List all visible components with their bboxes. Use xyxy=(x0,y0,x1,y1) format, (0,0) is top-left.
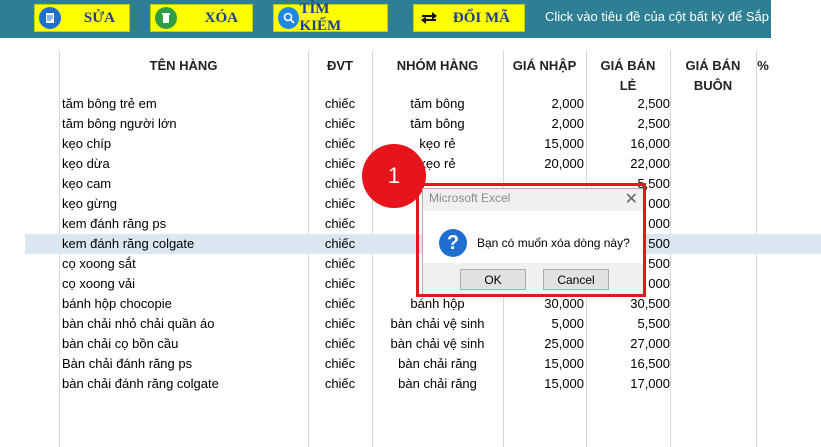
cell-price-in: 25,000 xyxy=(544,336,584,351)
table-row[interactable]: tăm bông trẻ em chiếc tăm bông 2,000 2,500 xyxy=(25,94,821,114)
table-row[interactable]: bàn chải đánh răng colgate chiếc bàn chải … xyxy=(25,374,821,394)
cell-price-out: 2,500 xyxy=(637,116,670,131)
header-retail-line2: LẺ xyxy=(619,78,637,93)
cell-name: bàn chải cọ bồn cầu xyxy=(62,336,179,351)
search-icon xyxy=(278,7,300,29)
cell-name: kẹo cam xyxy=(62,176,112,191)
cell-unit: chiếc xyxy=(324,196,356,211)
trash-icon xyxy=(155,7,177,29)
table-row[interactable]: Bàn chải đánh răng ps chiếc bàn chải răng 1… xyxy=(25,354,821,374)
cell-name: kẹo dừa xyxy=(62,156,110,171)
header-price-in[interactable]: GIÁ NHẬP xyxy=(503,56,586,76)
cell-price-out: 2,500 xyxy=(637,96,670,111)
header-retail-price[interactable]: GIÁ BÁN LẺ xyxy=(586,56,670,96)
cell-unit: chiếc xyxy=(324,256,356,271)
cell-name: kẹo chíp xyxy=(62,136,112,151)
cell-group: bàn chải vệ sinh xyxy=(390,316,485,331)
header-unit[interactable]: ĐVT xyxy=(308,56,372,76)
cell-price-in: 15,000 xyxy=(544,136,584,151)
cell-group: bàn chải vệ sinh xyxy=(390,336,485,351)
cell-price-out: 5,500 xyxy=(637,316,670,331)
cell-group: tăm bông xyxy=(410,116,465,131)
header-wholesale-line2: BUÔN xyxy=(693,78,733,93)
cell-name: tăm bông người lớn xyxy=(62,116,177,131)
delete-button-label: XÓA xyxy=(204,9,238,26)
table-row[interactable]: bàn chải cọ bồn cầu chiếc bàn chải vệ sinh… xyxy=(25,334,821,354)
edit-button-label: SỬA xyxy=(83,9,115,26)
cell-name: cọ xoong vải xyxy=(62,276,135,291)
cell-group: tăm bông xyxy=(410,96,465,111)
cell-price-out: 30,500 xyxy=(630,296,670,311)
cell-name: kem đánh răng colgate xyxy=(62,236,195,251)
header-group[interactable]: NHÓM HÀNG xyxy=(372,56,503,76)
cell-unit: chiếc xyxy=(324,96,356,111)
cell-price-in: 30,000 xyxy=(544,296,584,311)
search-button[interactable]: TÌM KIẾM xyxy=(273,1,388,34)
cell-unit: chiếc xyxy=(324,136,356,151)
cell-price-out: 17,000 xyxy=(630,376,670,391)
cell-unit: chiếc xyxy=(324,296,356,311)
cell-unit: chiếc xyxy=(324,376,356,391)
cell-price-in: 20,000 xyxy=(544,156,584,171)
cell-name: tăm bông trẻ em xyxy=(62,96,157,111)
dialog-highlight-frame xyxy=(416,183,646,297)
cell-group: bánh hộp xyxy=(410,296,465,311)
swap-code-button-label: ĐỔI MÃ xyxy=(452,9,510,26)
cell-name: bàn chải nhỏ chải quần áo xyxy=(62,316,215,331)
table-row[interactable]: tăm bông người lớn chiếc tăm bông 2,000 2,50… xyxy=(25,114,821,134)
header-wholesale-price[interactable]: GIÁ BÁN BUÔN xyxy=(670,56,756,96)
cell-unit: chiếc xyxy=(324,216,356,231)
cell-unit: chiếc xyxy=(324,116,356,131)
cell-unit: chiếc xyxy=(324,236,356,251)
edit-button[interactable]: SỬA xyxy=(34,4,130,32)
sort-hint: Click vào tiêu đề của cột bất kỳ để Sắp xyxy=(545,9,770,24)
search-button-label: TÌM KIẾM xyxy=(299,1,342,34)
cell-group: bàn chải răng xyxy=(398,356,477,371)
cell-name: bàn chải đánh răng colgate xyxy=(62,376,219,391)
cell-name: kẹo gừng xyxy=(62,196,117,211)
cell-price-in: 15,000 xyxy=(544,376,584,391)
delete-button[interactable]: XÓA xyxy=(150,4,253,32)
cell-name: cọ xoong sắt xyxy=(62,256,136,271)
header-retail-line1: GIÁ BÁN xyxy=(600,58,656,73)
cell-name: Bàn chải đánh răng ps xyxy=(62,356,193,371)
swap-icon xyxy=(418,7,440,29)
cell-price-in: 5,000 xyxy=(551,316,584,331)
cell-unit: chiếc xyxy=(324,316,356,331)
cell-price-out: 22,000 xyxy=(630,156,670,171)
cell-price-out: 16,000 xyxy=(630,136,670,151)
cell-unit: chiếc xyxy=(324,356,356,371)
cell-price-in: 15,000 xyxy=(544,356,584,371)
table-row[interactable]: bánh hộp chocopie chiếc bánh hộp 30,000 30,5… xyxy=(25,294,821,314)
edit-icon xyxy=(39,7,61,29)
swap-code-button[interactable]: ĐỔI MÃ xyxy=(413,4,525,32)
cell-name: kem đánh răng ps xyxy=(62,216,167,231)
cell-unit: chiếc xyxy=(324,276,356,291)
toolbar: SỬA XÓA TÌM KIẾM ĐỔI MÃ Click vào tiêu đ… xyxy=(0,0,771,38)
cell-unit: chiếc xyxy=(324,336,356,351)
header-name[interactable]: TÊN HÀNG xyxy=(59,56,308,76)
cell-price-out: 16,500 xyxy=(630,356,670,371)
cell-price-in: 2,000 xyxy=(551,96,584,111)
header-wholesale-line1: GIÁ BÁN xyxy=(685,58,741,73)
table-row[interactable]: kẹo chíp chiếc kẹo rẻ 15,000 16,000 xyxy=(25,134,821,154)
header-percent[interactable]: % xyxy=(756,56,770,76)
table-row[interactable]: bàn chải nhỏ chải quần áo chiếc bàn chải v… xyxy=(25,314,821,334)
cell-price-out: 27,000 xyxy=(630,336,670,351)
cell-price-in: 2,000 xyxy=(551,116,584,131)
cell-group: bàn chải răng xyxy=(398,376,477,391)
cell-name: bánh hộp chocopie xyxy=(62,296,172,311)
